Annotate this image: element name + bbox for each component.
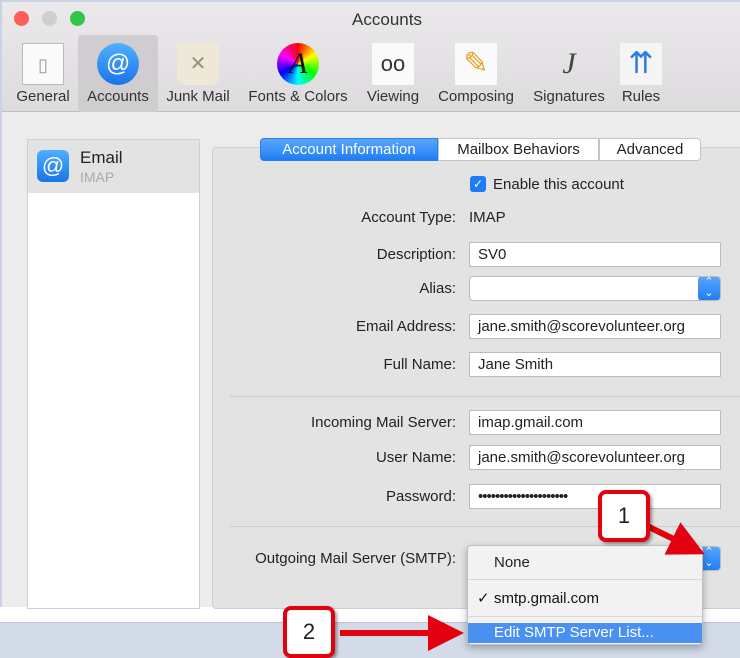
- at-icon: @: [37, 150, 69, 182]
- tab-rules[interactable]: ⇈ Rules: [616, 35, 666, 112]
- stepper-icon: ⌃ ⌄: [698, 277, 720, 300]
- menu-separator: [468, 579, 702, 580]
- full-name-field[interactable]: Jane Smith: [469, 352, 721, 377]
- tab-viewing[interactable]: oo Viewing: [360, 35, 426, 112]
- tab-account-information[interactable]: Account Information: [260, 138, 438, 161]
- enable-account-label: Enable this account: [493, 176, 624, 193]
- trash-icon: ✕: [177, 43, 219, 85]
- password-field[interactable]: •••••••••••••••••••••: [469, 484, 721, 509]
- menu-item-edit-smtp-list[interactable]: Edit SMTP Server List...: [468, 623, 702, 643]
- font-color-icon: A: [277, 43, 319, 85]
- alias-label: Alias:: [419, 280, 456, 297]
- tab-fonts-colors[interactable]: A Fonts & Colors: [240, 35, 356, 112]
- menu-item-none[interactable]: None: [468, 553, 702, 573]
- signature-icon: J: [562, 47, 576, 80]
- tab-advanced[interactable]: Advanced: [599, 138, 701, 161]
- window-title: Accounts: [352, 10, 422, 29]
- tab-junk-mail[interactable]: ✕ Junk Mail: [160, 35, 236, 112]
- at-icon: @: [97, 43, 139, 85]
- tab-general[interactable]: ▯ General: [12, 35, 74, 112]
- rules-icon: ⇈: [620, 43, 662, 85]
- email-address-label: Email Address:: [355, 318, 456, 335]
- user-name-label: User Name:: [375, 449, 456, 466]
- smtp-dropdown-menu: None ✓ smtp.gmail.com Edit SMTP Server Li…: [467, 545, 703, 645]
- tab-accounts[interactable]: @ Accounts: [78, 35, 158, 112]
- checkmark-icon: ✓: [477, 590, 490, 607]
- tab-composing[interactable]: ✎ Composing: [430, 35, 522, 112]
- glasses-icon: oo: [372, 43, 414, 85]
- incoming-server-field[interactable]: imap.gmail.com: [469, 410, 721, 435]
- account-type-value: IMAP: [469, 209, 506, 226]
- menu-separator: [468, 616, 702, 617]
- callout-1: 1: [598, 490, 650, 542]
- account-type: IMAP: [80, 169, 115, 185]
- account-item-email[interactable]: @ Email IMAP: [28, 140, 199, 193]
- user-name-field[interactable]: jane.smith@scorevolunteer.org: [469, 445, 721, 470]
- callout-2: 2: [283, 606, 335, 658]
- title-bar: Accounts ▯ General @ Accounts ✕ Junk Mail A…: [2, 2, 740, 112]
- outgoing-server-label: Outgoing Mail Server (SMTP):: [255, 550, 456, 567]
- password-label: Password:: [385, 488, 456, 505]
- tab-signatures[interactable]: J Signatures: [524, 35, 614, 112]
- description-label: Description:: [376, 246, 456, 263]
- divider: [230, 526, 740, 527]
- pencil-icon: ✎: [455, 43, 497, 85]
- description-field[interactable]: SV0: [469, 242, 721, 267]
- account-type-label: Account Type:: [361, 209, 456, 226]
- incoming-server-label: Incoming Mail Server:: [310, 414, 456, 431]
- tab-mailbox-behaviors[interactable]: Mailbox Behaviors: [438, 138, 599, 161]
- enable-account-checkbox[interactable]: ✓: [470, 176, 486, 192]
- divider: [230, 396, 740, 397]
- account-name: Email: [80, 148, 123, 167]
- switch-icon: ▯: [22, 43, 64, 85]
- full-name-label: Full Name:: [383, 356, 456, 373]
- menu-item-smtp-gmail[interactable]: ✓ smtp.gmail.com: [468, 589, 702, 609]
- email-address-field[interactable]: jane.smith@scorevolunteer.org: [469, 314, 721, 339]
- accounts-list: @ Email IMAP: [27, 139, 200, 609]
- alias-select[interactable]: ⌃ ⌄: [469, 276, 721, 301]
